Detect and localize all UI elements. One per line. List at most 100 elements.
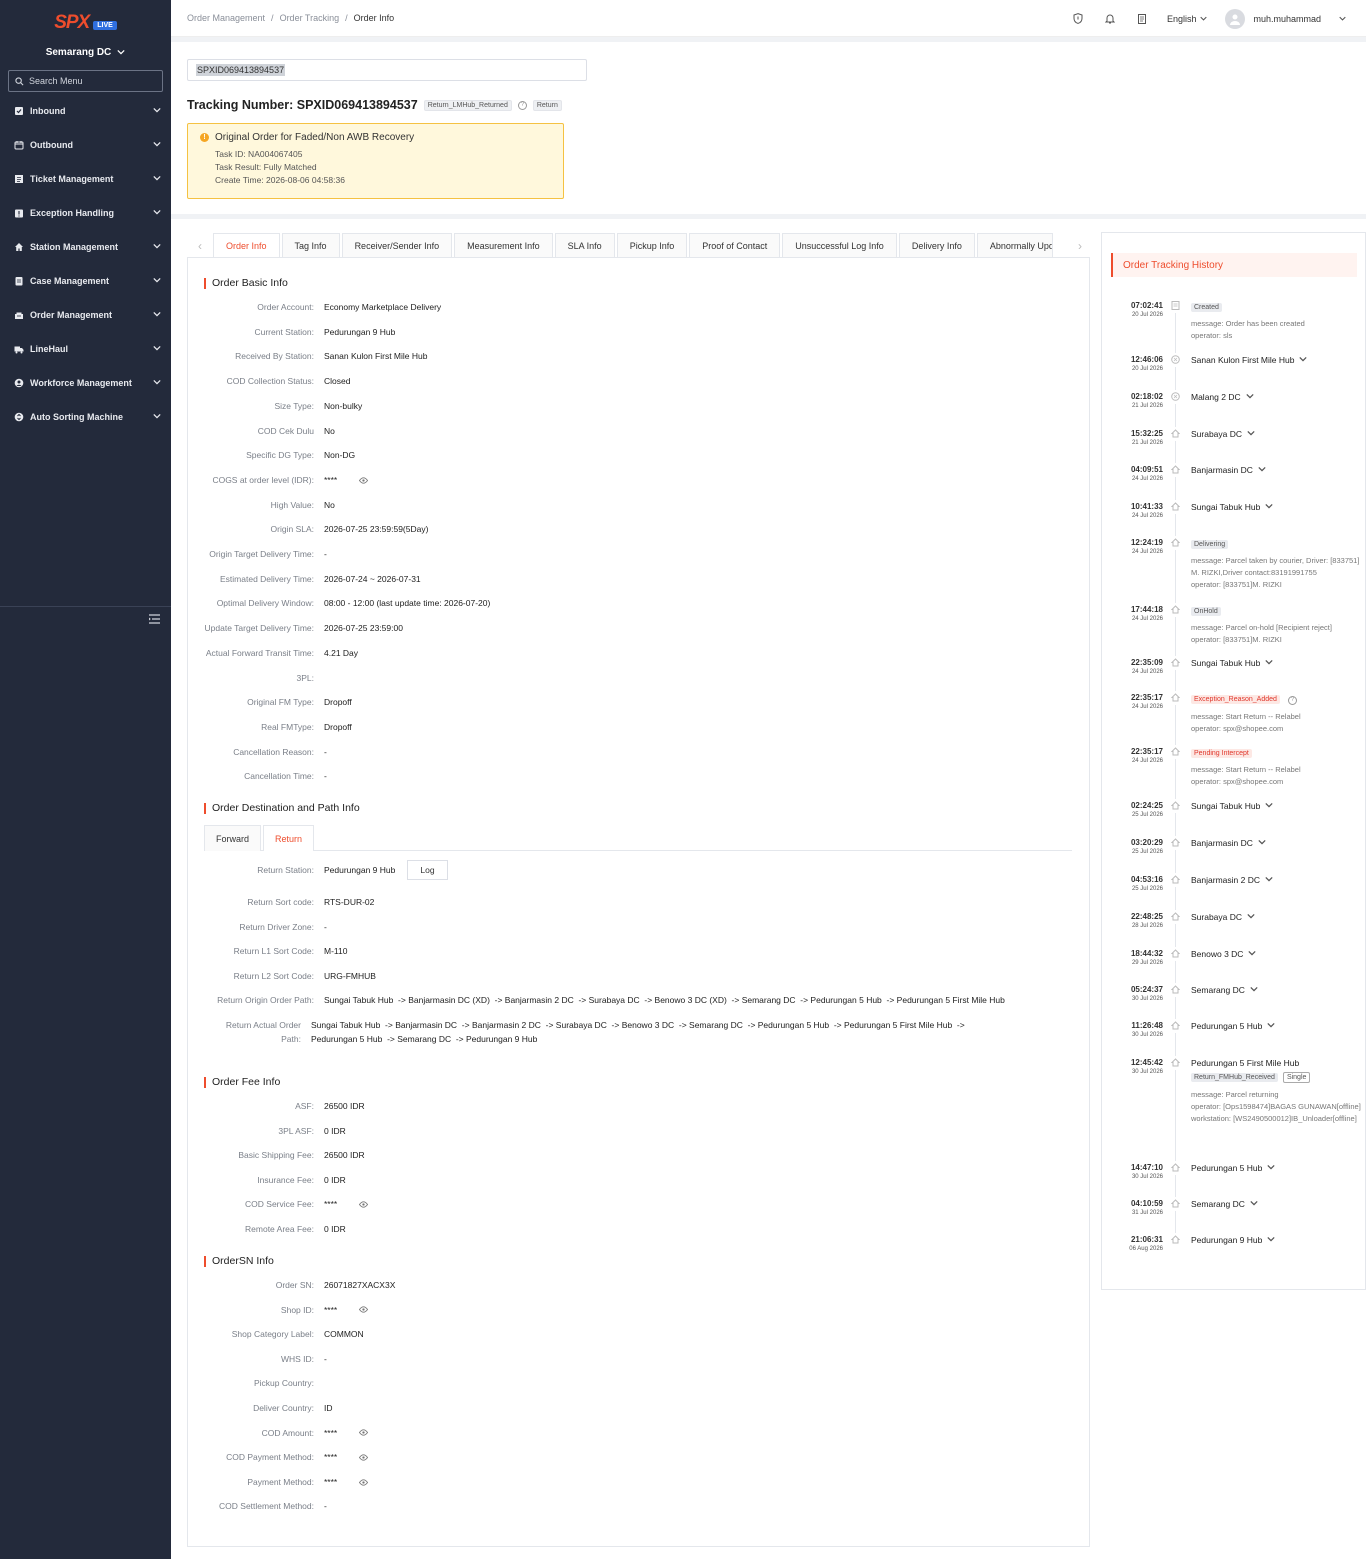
sidebar-item-inbound[interactable]: Inbound (0, 94, 171, 128)
event-message-line: message: Parcel taken by courier, Driver… (1191, 556, 1360, 577)
language-selector[interactable]: English (1167, 14, 1208, 24)
help-icon[interactable]: ? (1287, 695, 1297, 705)
field-value: 0 IDR (324, 1222, 346, 1236)
field-label: Pickup Country: (254, 1378, 314, 1389)
sidebar: SPX LIVE Semarang DC Search Menu Inbound… (0, 0, 171, 1559)
tab-pickup-info[interactable]: Pickup Info (616, 233, 688, 258)
shield-info-icon[interactable] (1071, 12, 1085, 26)
tab-abnormally-upda[interactable]: Abnormally Upda (976, 233, 1053, 258)
sidebar-item-outbound[interactable]: Outbound (0, 128, 171, 162)
event-location[interactable]: Benowo 3 DC (1191, 949, 1361, 959)
event-body: Delivering message: Parcel taken by couri… (1191, 538, 1361, 591)
chevron-down-icon (1265, 658, 1273, 668)
sidebar-item-workforce-management[interactable]: Workforce Management (0, 366, 171, 400)
event-location[interactable]: Sanan Kulon First Mile Hub (1191, 355, 1361, 365)
field-row: Return Origin Order Path: Sungai Tabuk H… (204, 993, 1005, 1007)
event-location[interactable]: Banjarmasin 2 DC (1191, 875, 1361, 885)
sidebar-item-linehaul[interactable]: LineHaul (0, 332, 171, 366)
clipboard-icon[interactable] (1135, 12, 1149, 26)
field-label: Return Station: (257, 865, 314, 875)
collapse-menu-button[interactable] (147, 612, 161, 626)
eye-icon[interactable] (359, 1426, 369, 1440)
eye-icon[interactable] (359, 1303, 369, 1317)
chevron-down-icon (1299, 355, 1308, 365)
sidebar-item-label: Inbound (30, 106, 66, 116)
tab-unsuccessful-log-info[interactable]: Unsuccessful Log Info (782, 233, 897, 258)
eye-icon[interactable] (359, 1451, 369, 1465)
timeline-house-icon (1171, 502, 1180, 511)
event-date: 21 Jul 2026 (1131, 440, 1163, 446)
tab-measurement-info[interactable]: Measurement Info (454, 233, 553, 258)
field-label: Basic Shipping Fee: (238, 1150, 314, 1161)
field-value-text: Sanan Kulon First Mile Hub (324, 351, 428, 362)
tab-proof-of-contact[interactable]: Proof of Contact (689, 233, 781, 258)
event-location[interactable]: Sungai Tabuk Hub (1191, 502, 1361, 512)
tab-order-info[interactable]: Order Info (213, 233, 280, 258)
field-label: Original FM Type: (247, 697, 314, 708)
field-value-text: **** (324, 1452, 338, 1463)
event-location[interactable]: Malang 2 DC (1191, 392, 1361, 402)
tab-tag-info[interactable]: Tag Info (281, 233, 340, 258)
sidebar-item-case-management[interactable]: Case Management (0, 264, 171, 298)
field-row: Origin SLA: 2026-07-25 23:59:59(5Day) (204, 522, 429, 536)
field-row: COD Amount: **** (204, 1426, 369, 1441)
sidebar-item-ticket-management[interactable]: Ticket Management (0, 162, 171, 196)
timeline-connector (1175, 887, 1176, 910)
chevron-down-icon (1267, 1235, 1275, 1245)
breadcrumb-item[interactable]: Order Management (187, 13, 265, 23)
subtab-forward[interactable]: Forward (204, 825, 262, 851)
logo: SPX LIVE (0, 0, 171, 40)
field-row: WHS ID: - (204, 1352, 327, 1366)
station-selector[interactable]: Semarang DC (0, 40, 171, 64)
event-time: 05:24:37 (1130, 985, 1163, 994)
bell-icon[interactable] (1103, 12, 1117, 26)
sidebar-item-exception-handling[interactable]: Exception Handling (0, 196, 171, 230)
event-location[interactable]: Pedurungan 5 Hub (1191, 1163, 1361, 1173)
event-location[interactable]: Pedurungan 5 Hub (1191, 1021, 1361, 1031)
field-label: COD Amount: (261, 1427, 314, 1438)
search-icon (15, 76, 24, 85)
exception-icon (14, 208, 24, 218)
event-status: OnHold (1191, 605, 1361, 616)
tabs-prev-icon[interactable]: ‹ (187, 234, 213, 258)
tab-delivery-info[interactable]: Delivery Info (898, 233, 975, 258)
field-value-text: 08:00 - 12:00 (last update time: 2026-07… (324, 598, 491, 609)
tabs-next-icon[interactable]: › (1067, 234, 1093, 258)
user-menu[interactable]: muh.muhammad (1225, 8, 1346, 29)
tracking-number-input[interactable]: SPXID069413894537 (187, 59, 587, 81)
field-value: - (324, 1352, 327, 1366)
sidebar-item-auto-sorting-machine[interactable]: Auto Sorting Machine (0, 400, 171, 434)
field-value: **** (324, 1475, 369, 1490)
sidebar-item-order-management[interactable]: Order Management (0, 298, 171, 332)
tab-receiver-sender-info[interactable]: Receiver/Sender Info (341, 233, 453, 258)
event-location[interactable]: Sungai Tabuk Hub (1191, 801, 1361, 811)
sidebar-item-station-management[interactable]: Station Management (0, 230, 171, 264)
event-location[interactable]: Semarang DC (1191, 985, 1361, 995)
field-label: Estimated Delivery Time: (220, 573, 314, 584)
timeline-house-icon (1171, 1021, 1180, 1030)
event-location[interactable]: Surabaya DC (1191, 912, 1361, 922)
type-tag: Return (532, 99, 562, 111)
event-location-label: Banjarmasin DC (1191, 838, 1253, 848)
subtab-return[interactable]: Return (263, 825, 315, 851)
help-icon[interactable]: ? (517, 100, 527, 110)
field-value: ID (324, 1401, 333, 1415)
menu-search-input[interactable]: Search Menu (8, 70, 163, 92)
event-location[interactable]: Banjarmasin DC (1191, 838, 1361, 848)
event-body: Pedurungan 5 Hub (1191, 1021, 1361, 1031)
breadcrumb-item[interactable]: Order Tracking (280, 13, 340, 23)
eye-icon[interactable] (359, 1476, 369, 1490)
tab-sla-info[interactable]: SLA Info (554, 233, 615, 258)
event-location[interactable]: Pedurungan 9 Hub (1191, 1235, 1361, 1245)
timeline-circle-icon (1171, 392, 1180, 401)
event-location[interactable]: Semarang DC (1191, 1199, 1361, 1209)
log-button[interactable]: Log (407, 860, 448, 880)
eye-icon[interactable] (359, 1198, 369, 1212)
section-title: Order Fee Info (204, 1077, 280, 1088)
event-location[interactable]: Surabaya DC (1191, 429, 1361, 439)
eye-icon[interactable] (359, 474, 369, 488)
event-location[interactable]: Sungai Tabuk Hub (1191, 658, 1361, 668)
event-location[interactable]: Banjarmasin DC (1191, 465, 1361, 475)
event-date: 30 Jul 2026 (1131, 1032, 1163, 1038)
timeline-house-icon (1171, 465, 1180, 474)
